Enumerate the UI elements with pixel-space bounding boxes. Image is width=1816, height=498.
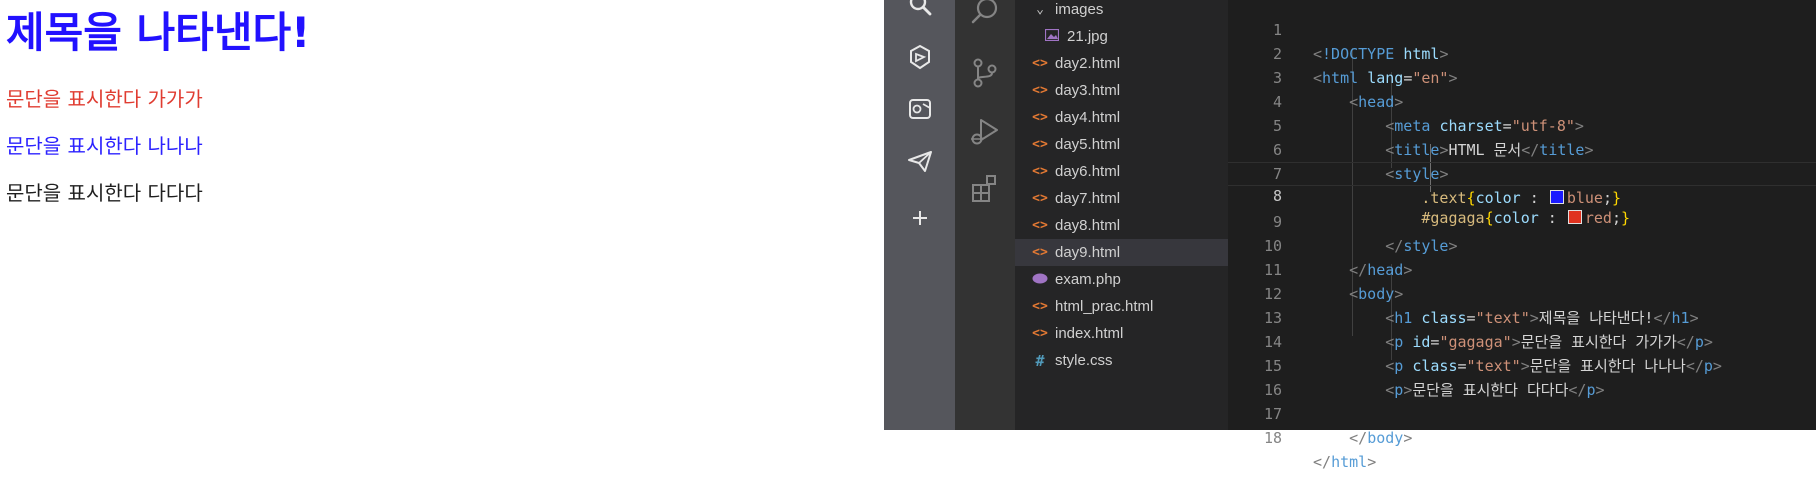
send-icon[interactable] bbox=[905, 146, 935, 176]
outlook-icon[interactable] bbox=[905, 94, 935, 124]
css-file-icon: # bbox=[1035, 351, 1045, 370]
file-item[interactable]: <> html_prac.html bbox=[1015, 293, 1228, 320]
browser-preview: 제목을 나타낸다! 문단을 표시한다 가가가 문단을 표시한다 나나나 문단을 … bbox=[0, 0, 884, 430]
file-explorer: ⌄ images 21.jpg <> day2.html <> day3.htm… bbox=[1015, 0, 1228, 430]
code-line: 16 bbox=[1263, 381, 1282, 399]
code-line: 10 </head> bbox=[1263, 237, 1413, 279]
php-file-icon bbox=[1029, 272, 1051, 287]
add-icon[interactable] bbox=[905, 203, 935, 233]
file-item[interactable]: <> day2.html bbox=[1015, 50, 1228, 77]
file-item[interactable]: <> day8.html bbox=[1015, 212, 1228, 239]
code-line: 4 <meta charset="utf-8"> bbox=[1272, 93, 1584, 135]
html-file-icon: <> bbox=[1032, 191, 1048, 206]
file-item[interactable]: # style.css bbox=[1015, 347, 1228, 374]
code-editor[interactable]: 1 <!DOCTYPE html> 2 <html lang="en"> 3 <… bbox=[1228, 0, 1816, 471]
code-line-active: 8 #gagaga{color : red;} bbox=[1228, 162, 1816, 227]
code-line: 18 </html> bbox=[1263, 429, 1377, 471]
code-line: 17 </body> bbox=[1263, 405, 1413, 447]
code-line: 15 <p>문단을 표시한다 다다다</p> bbox=[1263, 357, 1605, 399]
code-line: 9 </style> bbox=[1272, 213, 1458, 255]
folder-images[interactable]: ⌄ images bbox=[1015, 0, 1228, 23]
code-line: 6 <style> bbox=[1272, 141, 1449, 183]
html-file-icon: <> bbox=[1032, 83, 1048, 98]
search-icon[interactable] bbox=[905, 0, 935, 20]
file-item-selected[interactable]: <> day9.html bbox=[1015, 239, 1228, 266]
image-file-icon bbox=[1041, 28, 1063, 44]
bing-chat-icon[interactable] bbox=[905, 42, 935, 72]
code-line: 3 <head> bbox=[1272, 69, 1404, 111]
file-item[interactable]: 21.jpg bbox=[1015, 23, 1228, 50]
file-item[interactable]: <> index.html bbox=[1015, 320, 1228, 347]
source-control-icon[interactable] bbox=[967, 55, 1003, 91]
html-file-icon: <> bbox=[1032, 218, 1048, 233]
code-line: 14 <p class="text">문단을 표시한다 나나나</p> bbox=[1263, 333, 1722, 375]
html-file-icon: <> bbox=[1032, 299, 1048, 314]
html-file-icon: <> bbox=[1032, 110, 1048, 125]
code-line: 13 <p id="gagaga">문단을 표시한다 가가가</p> bbox=[1263, 309, 1713, 351]
code-line: 12 <h1 class="text">제목을 나타낸다!</h1> bbox=[1263, 285, 1699, 327]
file-item[interactable]: <> day5.html bbox=[1015, 131, 1228, 158]
preview-heading: 제목을 나타낸다! bbox=[6, 8, 311, 57]
file-item[interactable]: <> day4.html bbox=[1015, 104, 1228, 131]
html-file-icon: <> bbox=[1032, 137, 1048, 152]
html-file-icon: <> bbox=[1032, 164, 1048, 179]
preview-paragraph-plain: 문단을 표시한다 다다다 bbox=[6, 181, 203, 205]
file-item[interactable]: <> day3.html bbox=[1015, 77, 1228, 104]
html-file-icon: <> bbox=[1032, 245, 1048, 260]
search-icon[interactable] bbox=[967, 0, 1003, 30]
code-line: 5 <title>HTML 문서</title> bbox=[1272, 117, 1594, 159]
html-file-icon: <> bbox=[1032, 56, 1048, 71]
preview-paragraph-blue: 문단을 표시한다 나나나 bbox=[6, 134, 203, 158]
code-line: 11 <body> bbox=[1263, 261, 1404, 303]
activity-bar bbox=[955, 0, 1015, 430]
file-item[interactable]: <> day6.html bbox=[1015, 158, 1228, 185]
chevron-down-icon: ⌄ bbox=[1036, 2, 1044, 17]
code-line: 7 .text{color : blue;} bbox=[1272, 165, 1621, 207]
extensions-icon[interactable] bbox=[967, 171, 1003, 207]
side-toolbar bbox=[884, 0, 955, 430]
file-item[interactable]: <> day7.html bbox=[1015, 185, 1228, 212]
html-file-icon: <> bbox=[1032, 326, 1048, 341]
code-line: 2 <html lang="en"> bbox=[1272, 45, 1458, 87]
preview-paragraph-red: 문단을 표시한다 가가가 bbox=[6, 87, 203, 111]
run-debug-icon[interactable] bbox=[967, 113, 1003, 149]
code-line: 1 <!DOCTYPE html> bbox=[1272, 21, 1449, 63]
file-item[interactable]: exam.php bbox=[1015, 266, 1228, 293]
